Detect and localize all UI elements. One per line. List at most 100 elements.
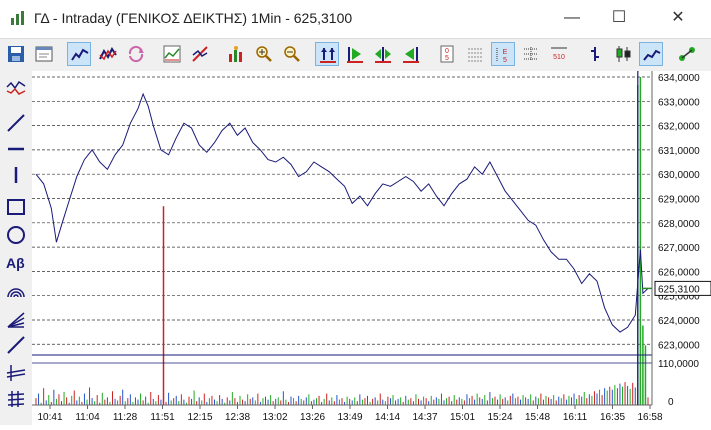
close-button[interactable]: ✕ xyxy=(666,8,690,28)
indicators-button[interactable] xyxy=(160,42,184,66)
fan-tool-icon xyxy=(7,312,25,328)
time-tick-label: 14:14 xyxy=(375,412,400,423)
link-button[interactable] xyxy=(675,42,699,66)
price-grid xyxy=(32,76,652,345)
window-icon xyxy=(35,46,53,62)
price-tick-label: 634,0000 xyxy=(658,73,700,84)
time-tick-label: 11:51 xyxy=(150,412,175,423)
title-bar: ΓΔ - Intraday (ΓΕΝΙΚΟΣ ΔΕΙΚΤΗΣ) 1Min - 6… xyxy=(0,0,711,38)
intraday-chart[interactable]: 634,0000 633,0000 632,0000 631,0000 630,0000… xyxy=(32,71,711,425)
ellipse-tool-button[interactable] xyxy=(3,223,29,247)
scale-lines-icon xyxy=(524,47,538,61)
scale-lines-button[interactable] xyxy=(519,42,543,66)
time-tick-label: 15:01 xyxy=(450,412,475,423)
maximize-button[interactable]: ☐ xyxy=(607,8,631,28)
fit-icon xyxy=(320,48,336,63)
zoom-out-button[interactable] xyxy=(280,42,304,66)
center-button[interactable] xyxy=(371,42,395,66)
window-button[interactable] xyxy=(32,42,56,66)
time-tick-label: 15:24 xyxy=(487,412,512,423)
refresh-button[interactable] xyxy=(124,42,148,66)
volume-icon xyxy=(229,46,242,62)
channel-tool-icon xyxy=(7,336,25,354)
scale-5-icon: E5 xyxy=(496,48,508,64)
zoom-out-icon xyxy=(284,46,300,62)
line-chart-button[interactable] xyxy=(639,42,663,66)
rectangle-tool-button[interactable] xyxy=(3,195,29,219)
price-tick-label: 628,0000 xyxy=(658,219,700,230)
grid-button[interactable] xyxy=(463,42,487,66)
link-icon xyxy=(679,47,695,61)
axes xyxy=(32,71,653,406)
channel-tool-button[interactable] xyxy=(3,333,29,357)
time-tick-label: 12:15 xyxy=(187,412,212,423)
trendline-icon xyxy=(192,46,208,62)
arc-tool-icon xyxy=(7,288,25,298)
bar-chart-button[interactable] xyxy=(583,42,607,66)
minimize-button[interactable]: — xyxy=(560,8,584,28)
compare-icon xyxy=(99,47,117,61)
ellipse-tool-icon xyxy=(7,226,25,244)
price-tick-label: 632,0000 xyxy=(658,122,700,133)
fit-button[interactable] xyxy=(315,42,339,66)
center-icon xyxy=(375,47,391,63)
rectangle-tool-icon xyxy=(7,199,25,215)
line-chart-icon xyxy=(643,49,661,61)
svg-text:510: 510 xyxy=(553,54,565,61)
time-tick-label: 14:37 xyxy=(412,412,437,423)
go-end-button[interactable] xyxy=(399,42,423,66)
time-tick-label: 13:02 xyxy=(262,412,287,423)
scale-510-button[interactable]: 510 xyxy=(547,42,571,66)
indicator-tool-button[interactable] xyxy=(3,77,29,101)
text-tool-icon: Aβ xyxy=(6,255,25,271)
svg-text:0: 0 xyxy=(445,48,449,55)
chart-style-icon xyxy=(71,48,89,61)
svg-text:5: 5 xyxy=(503,57,507,64)
chart-area[interactable]: 634,0000 633,0000 632,0000 631,0000 630,0000… xyxy=(32,71,711,425)
price-tick-label: 624,0000 xyxy=(658,316,700,327)
price-tick-label: 629,0000 xyxy=(658,194,700,205)
chart-style-button[interactable] xyxy=(67,42,91,66)
grid-tool-button[interactable] xyxy=(3,387,29,411)
zoom-in-button[interactable] xyxy=(252,42,276,66)
save-button[interactable] xyxy=(4,42,28,66)
hline-tool-button[interactable] xyxy=(3,137,29,161)
scale-510-icon: 510 xyxy=(551,47,567,61)
candle-button[interactable] xyxy=(611,42,635,66)
vline-tool-button[interactable] xyxy=(3,163,29,187)
indicators-icon xyxy=(163,45,181,63)
go-start-button[interactable] xyxy=(343,42,367,66)
volume-bars xyxy=(35,77,649,405)
arc-tool-button[interactable] xyxy=(3,279,29,303)
fibonacci-tool-button[interactable] xyxy=(3,361,29,385)
time-tick-label: 16:58 xyxy=(637,412,662,423)
trendline-button[interactable] xyxy=(188,42,212,66)
price-axis-labels: 634,0000 633,0000 632,0000 631,0000 630,0000… xyxy=(658,73,700,408)
save-icon xyxy=(8,46,24,62)
text-tool-button[interactable]: Aβ xyxy=(3,251,29,275)
svg-text:E: E xyxy=(503,49,508,56)
time-tick-label: 16:11 xyxy=(563,412,588,423)
price-line xyxy=(35,92,649,333)
price-tick-label: 631,0000 xyxy=(658,146,700,157)
volume-tick-label: 110,0000 xyxy=(658,359,699,370)
line-tool-button[interactable] xyxy=(3,111,29,135)
fibonacci-tool-icon xyxy=(6,365,26,381)
price-tick-label: 630,0000 xyxy=(658,170,700,181)
drawing-tools-sidebar: Aβ xyxy=(0,71,33,425)
price-tick-label: 626,0000 xyxy=(658,267,700,278)
time-tick-label: 11:04 xyxy=(75,412,100,423)
current-price-label: 625,3100 xyxy=(658,284,700,295)
compare-button[interactable] xyxy=(96,42,120,66)
time-tick-label: 15:48 xyxy=(525,412,550,423)
tick-5-icon: 05 xyxy=(440,45,454,63)
time-axis-labels: 10:41 11:04 11:28 11:51 12:15 12:38 13:02 13:26… xyxy=(37,405,663,423)
time-tick-label: 10:41 xyxy=(37,412,62,423)
volume-button[interactable] xyxy=(224,42,248,66)
tick-5-button[interactable]: 05 xyxy=(435,42,459,66)
fan-tool-button[interactable] xyxy=(3,307,29,331)
candle-icon xyxy=(616,46,631,62)
window-title: ΓΔ - Intraday (ΓΕΝΙΚΟΣ ΔΕΙΚΤΗΣ) 1Min - 6… xyxy=(34,10,353,26)
scale-5-button[interactable]: E5 xyxy=(491,42,515,66)
price-tick-label: 633,0000 xyxy=(658,97,700,108)
